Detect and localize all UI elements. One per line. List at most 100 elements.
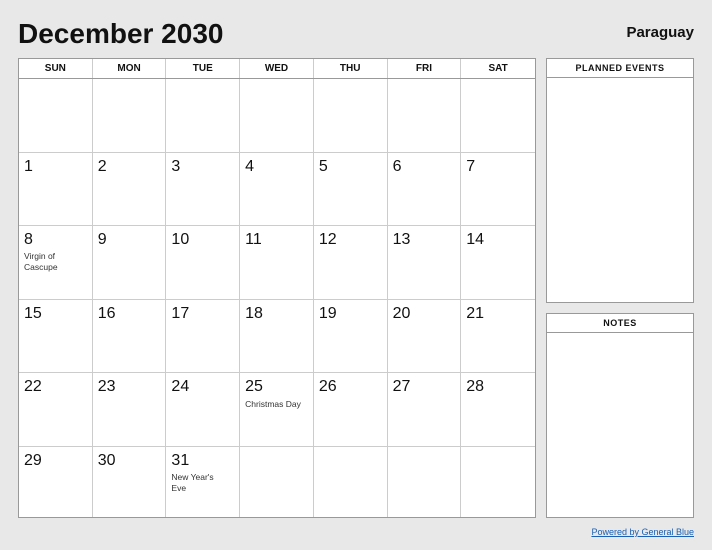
planned-events-title: PLANNED EVENTS xyxy=(547,59,693,78)
day-number: 6 xyxy=(393,157,456,176)
planned-events-content xyxy=(547,78,693,302)
sun-header: SUN xyxy=(19,59,93,78)
day-cell: 5 xyxy=(314,153,388,227)
day-cell xyxy=(19,79,93,153)
day-number: 30 xyxy=(98,451,161,470)
header: December 2030 Paraguay xyxy=(18,18,694,50)
day-cell: 11 xyxy=(240,226,314,300)
day-number: 29 xyxy=(24,451,87,470)
day-cell xyxy=(166,79,240,153)
day-cell xyxy=(461,79,535,153)
day-number: 11 xyxy=(245,230,308,249)
event-text: New Year'sEve xyxy=(171,472,234,494)
day-number: 5 xyxy=(319,157,382,176)
day-cell: 30 xyxy=(93,447,167,517)
day-cell xyxy=(314,79,388,153)
day-cell: 18 xyxy=(240,300,314,374)
mon-header: MON xyxy=(93,59,167,78)
month-title: December 2030 xyxy=(18,18,223,50)
day-number: 26 xyxy=(319,377,382,396)
day-number: 12 xyxy=(319,230,382,249)
day-cell: 4 xyxy=(240,153,314,227)
day-cell: 7 xyxy=(461,153,535,227)
thu-header: THU xyxy=(314,59,388,78)
fri-header: FRI xyxy=(388,59,462,78)
day-cell: 20 xyxy=(388,300,462,374)
day-number: 31 xyxy=(171,451,234,470)
event-text: Christmas Day xyxy=(245,399,308,410)
calendar-grid: 1 2 3 4 5 6 7 xyxy=(19,79,535,517)
day-number: 18 xyxy=(245,304,308,323)
day-number: 3 xyxy=(171,157,234,176)
day-number: 27 xyxy=(393,377,456,396)
day-number: 1 xyxy=(24,157,87,176)
planned-events-box: PLANNED EVENTS xyxy=(546,58,694,303)
day-cell xyxy=(461,447,535,517)
day-cell: 17 xyxy=(166,300,240,374)
day-cell: 26 xyxy=(314,373,388,447)
day-number: 2 xyxy=(98,157,161,176)
day-cell: 31 New Year'sEve xyxy=(166,447,240,517)
day-cell xyxy=(93,79,167,153)
day-number: 10 xyxy=(171,230,234,249)
day-cell: 25 Christmas Day xyxy=(240,373,314,447)
day-cell: 3 xyxy=(166,153,240,227)
day-cell xyxy=(388,79,462,153)
day-number: 14 xyxy=(466,230,530,249)
day-number: 20 xyxy=(393,304,456,323)
day-cell: 15 xyxy=(19,300,93,374)
calendar: SUN MON TUE WED THU FRI SAT 1 xyxy=(18,58,536,518)
day-number: 15 xyxy=(24,304,87,323)
day-cell: 12 xyxy=(314,226,388,300)
day-cell: 22 xyxy=(19,373,93,447)
day-number: 28 xyxy=(466,377,530,396)
day-cell xyxy=(388,447,462,517)
day-cell: 10 xyxy=(166,226,240,300)
day-cell: 6 xyxy=(388,153,462,227)
day-cell xyxy=(314,447,388,517)
notes-content xyxy=(547,333,693,517)
day-number: 4 xyxy=(245,157,308,176)
day-number: 25 xyxy=(245,377,308,396)
sidebar: PLANNED EVENTS NOTES xyxy=(546,58,694,518)
day-cell: 23 xyxy=(93,373,167,447)
event-text: Virgin ofCascupe xyxy=(24,251,87,273)
day-cell: 16 xyxy=(93,300,167,374)
wed-header: WED xyxy=(240,59,314,78)
day-cell: 21 xyxy=(461,300,535,374)
day-number: 16 xyxy=(98,304,161,323)
day-number: 21 xyxy=(466,304,530,323)
day-number: 13 xyxy=(393,230,456,249)
day-number: 9 xyxy=(98,230,161,249)
day-cell: 28 xyxy=(461,373,535,447)
day-cell xyxy=(240,79,314,153)
main-area: SUN MON TUE WED THU FRI SAT 1 xyxy=(18,58,694,518)
day-cell: 13 xyxy=(388,226,462,300)
day-cell: 24 xyxy=(166,373,240,447)
notes-title: NOTES xyxy=(547,314,693,333)
day-cell: 19 xyxy=(314,300,388,374)
day-number: 8 xyxy=(24,230,87,249)
day-number: 22 xyxy=(24,377,87,396)
day-cell xyxy=(240,447,314,517)
notes-box: NOTES xyxy=(546,313,694,518)
day-cell: 8 Virgin ofCascupe xyxy=(19,226,93,300)
day-number: 7 xyxy=(466,157,530,176)
day-cell: 9 xyxy=(93,226,167,300)
day-number: 23 xyxy=(98,377,161,396)
tue-header: TUE xyxy=(166,59,240,78)
footer: Powered by General Blue xyxy=(18,522,694,540)
day-cell: 27 xyxy=(388,373,462,447)
sat-header: SAT xyxy=(461,59,535,78)
day-cell: 29 xyxy=(19,447,93,517)
country: Paraguay xyxy=(626,18,694,41)
day-headers: SUN MON TUE WED THU FRI SAT xyxy=(19,59,535,79)
page: December 2030 Paraguay SUN MON TUE WED T… xyxy=(0,0,712,550)
day-cell: 2 xyxy=(93,153,167,227)
day-number: 19 xyxy=(319,304,382,323)
day-number: 17 xyxy=(171,304,234,323)
day-number: 24 xyxy=(171,377,234,396)
day-cell: 1 xyxy=(19,153,93,227)
powered-by-link[interactable]: Powered by General Blue xyxy=(591,527,694,537)
day-cell: 14 xyxy=(461,226,535,300)
